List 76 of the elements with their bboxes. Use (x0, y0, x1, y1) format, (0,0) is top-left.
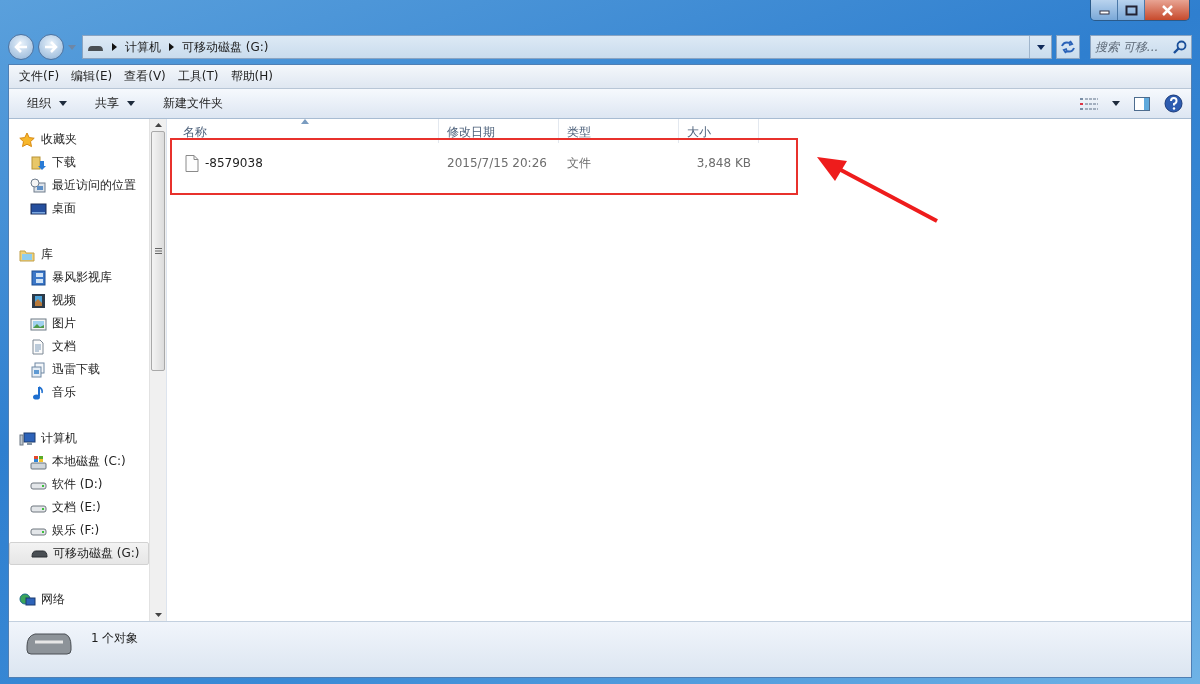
nav-item[interactable]: 图片 (9, 312, 149, 335)
maximize-icon (1123, 4, 1139, 16)
close-icon (1159, 4, 1175, 16)
film-strip-icon (30, 292, 47, 309)
file-icon (185, 154, 199, 172)
column-header[interactable]: 名称 (175, 119, 439, 143)
grip-icon (154, 248, 162, 254)
desktop-icon (30, 200, 47, 217)
recent-places-icon (30, 177, 47, 194)
nav-item[interactable]: 下载 (9, 151, 149, 174)
nav-item[interactable]: 可移动磁盘 (G:) (9, 542, 149, 565)
nav-item[interactable]: 文档 (9, 335, 149, 358)
menu-item[interactable]: 查看(V) (118, 68, 172, 85)
nav-item[interactable]: 文档 (E:) (9, 496, 149, 519)
back-button[interactable] (8, 34, 34, 60)
maximize-button[interactable] (1118, 0, 1145, 20)
toolbar-button[interactable]: 新建文件夹 (153, 91, 233, 116)
column-header[interactable]: 修改日期 (439, 119, 559, 143)
toolbar-button[interactable]: 共享 (85, 91, 145, 116)
table-cell-text: 3,848 KB (695, 156, 751, 170)
scroll-up-icon[interactable] (154, 123, 162, 127)
media-library-icon (30, 269, 47, 286)
preview-pane-icon[interactable] (1134, 96, 1150, 111)
document-icon (30, 338, 47, 355)
breadcrumb[interactable]: 计算机 (125, 38, 161, 56)
help-icon[interactable] (1164, 94, 1183, 113)
toolbar-button[interactable]: 组织 (17, 91, 77, 116)
star-icon (19, 131, 36, 148)
scroll-down-icon[interactable] (154, 613, 162, 617)
refresh-icon (1060, 40, 1076, 54)
search-field[interactable]: 搜索 可移... (1090, 35, 1192, 59)
status-text: 1 个对象 (91, 630, 139, 647)
forward-button[interactable] (38, 34, 64, 60)
nav-item[interactable]: 收藏夹 (9, 128, 149, 151)
nav-item[interactable]: 桌面 (9, 197, 149, 220)
nav-item[interactable]: 本地磁盘 (C:) (9, 450, 149, 473)
nav-item[interactable]: 视频 (9, 289, 149, 312)
computer-icon (19, 430, 36, 447)
menu-item[interactable]: 工具(T) (171, 68, 225, 85)
breadcrumb-arrow-icon[interactable] (112, 43, 117, 51)
forward-arrow-icon (44, 41, 58, 53)
dropdown-icon[interactable] (1036, 44, 1045, 50)
picture-icon (30, 315, 47, 332)
nav-item[interactable]: 暴风影视库 (9, 266, 149, 289)
menu-item[interactable]: 帮助(H) (224, 68, 279, 85)
table-cell-text: 2015/7/15 20:26 (446, 156, 548, 170)
download-folder-icon (30, 154, 47, 171)
network-icon (19, 591, 36, 608)
search-icon[interactable] (1173, 40, 1187, 54)
address-bar[interactable]: 计算机 可移动磁盘 (G:) (82, 35, 1052, 59)
file-name[interactable]: -8579038 (205, 156, 263, 170)
nav-item[interactable]: 最近访问的位置 (9, 174, 149, 197)
table-cell-text: 文件 (566, 154, 592, 172)
nav-item[interactable]: 音乐 (9, 381, 149, 404)
removable-drive-icon (31, 549, 48, 558)
nav-item[interactable]: 迅雷下载 (9, 358, 149, 381)
back-arrow-icon (14, 41, 28, 53)
close-button[interactable] (1145, 0, 1189, 20)
breadcrumb-arrow-icon[interactable] (169, 43, 174, 51)
nav-item[interactable]: 库 (9, 243, 149, 266)
menu-item[interactable]: 编辑(E) (65, 68, 119, 85)
refresh-button[interactable] (1056, 35, 1080, 59)
documents-icon (30, 361, 47, 378)
nav-item[interactable]: 软件 (D:) (9, 473, 149, 496)
scrollbar[interactable] (149, 119, 166, 621)
column-header[interactable]: 类型 (559, 119, 679, 143)
nav-item[interactable]: 网络 (9, 588, 149, 611)
scrollbar-thumb[interactable] (151, 131, 165, 371)
dropdown-icon[interactable] (1112, 101, 1120, 106)
nav-item[interactable]: 娱乐 (F:) (9, 519, 149, 542)
menu-item[interactable]: 文件(F) (13, 68, 66, 85)
column-header[interactable]: 大小 (679, 119, 759, 143)
breadcrumb[interactable]: 可移动磁盘 (G:) (182, 38, 269, 56)
nav-item[interactable]: 计算机 (9, 427, 149, 450)
view-options-icon[interactable] (1080, 97, 1098, 110)
system-drive-icon (30, 453, 47, 470)
